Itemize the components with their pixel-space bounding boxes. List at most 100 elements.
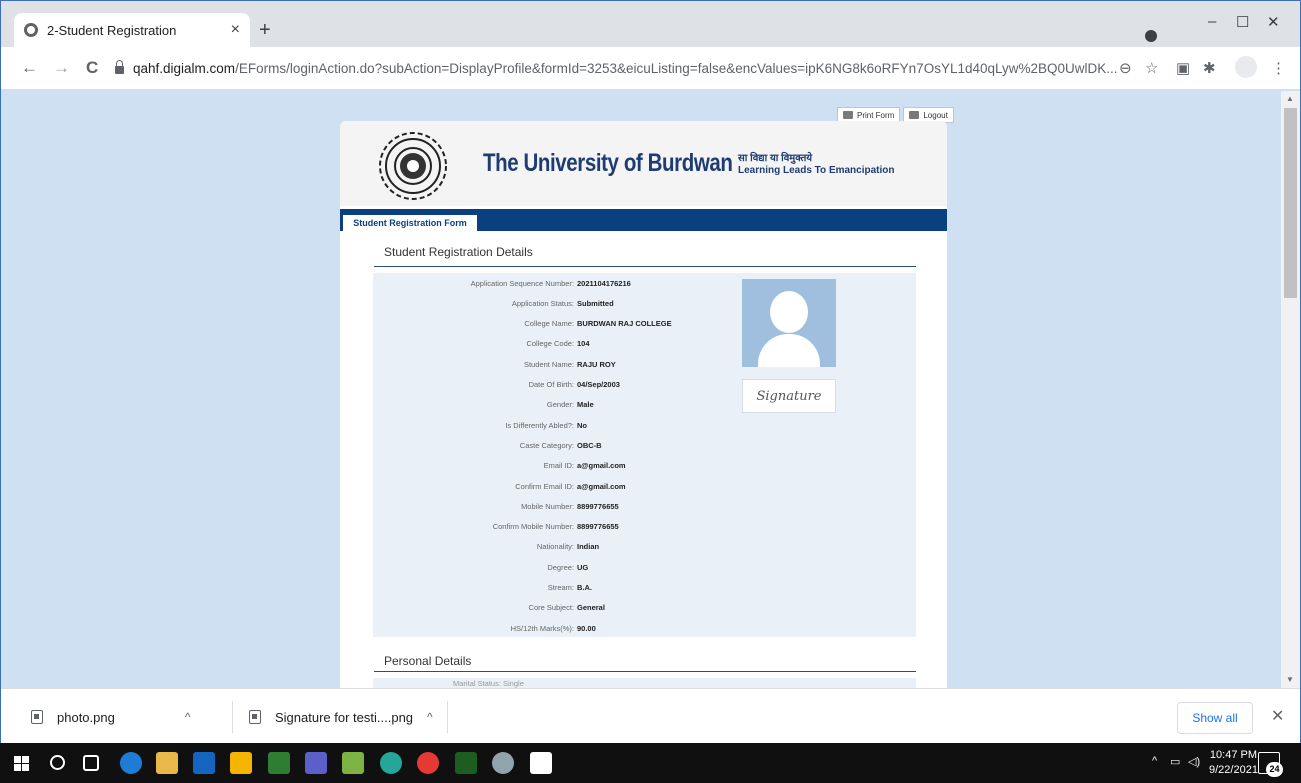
detail-value: Submitted [577, 298, 614, 308]
detail-row: College Name: BURDWAN RAJ COLLEGE [373, 314, 733, 334]
detail-value: 104 [577, 339, 590, 349]
university-motto: सा विद्या या विमुक्तये Learning Leads To… [738, 153, 895, 177]
tab-strip: 2-Student Registration × + – ☐ ✕ [1, 1, 1300, 47]
browser-icon[interactable] [380, 752, 402, 774]
menu-icon[interactable]: ⋮ [1271, 59, 1286, 77]
puzzle-icon[interactable]: ✱ [1203, 59, 1216, 77]
logout-label: Logout [923, 110, 948, 120]
minimize-button[interactable]: – [1208, 13, 1216, 30]
detail-label: Mobile Number: [521, 501, 574, 511]
detail-row: College Code: 104 [373, 334, 733, 354]
detail-row: Email ID: a@gmail.com [373, 456, 733, 476]
detail-row: Gender: Male [373, 395, 733, 415]
detail-label: Degree: [547, 562, 574, 572]
tab-favicon-icon [24, 23, 38, 37]
image-file-icon [249, 710, 261, 724]
address-bar[interactable]: qahf.digialm.com/EForms/loginAction.do?s… [115, 53, 1165, 83]
detail-row: Application Sequence Number: 202110417621… [373, 273, 733, 293]
clock-date: 9/22/2021 [1209, 764, 1258, 776]
university-logo-icon [379, 132, 447, 200]
outlook-icon[interactable] [193, 752, 215, 774]
scrollbar-thumb[interactable] [1284, 108, 1297, 298]
reload-button[interactable]: C [86, 58, 98, 78]
sticky-notes-icon[interactable] [230, 752, 252, 774]
detail-label: Student Name: [523, 359, 574, 369]
browser-tab[interactable]: 2-Student Registration × [14, 13, 250, 47]
chrome-icon[interactable] [417, 752, 439, 774]
volume-icon[interactable]: ◁) [1188, 755, 1200, 768]
lock-small-icon [909, 111, 920, 119]
student-signature: Signature [742, 379, 836, 413]
detail-row: Confirm Mobile Number: 8899776655 [373, 517, 733, 537]
detail-value: 2021104176216 [577, 278, 631, 288]
detail-label: College Code: [526, 339, 574, 349]
show-all-button[interactable]: Show all [1177, 702, 1253, 734]
close-window-button[interactable]: ✕ [1267, 13, 1280, 31]
search-icon[interactable] [50, 755, 65, 770]
detail-row: Stream: B.A. [373, 578, 733, 598]
file-explorer-icon[interactable] [156, 752, 178, 774]
form-nav-strip: Student Registration Form [340, 209, 947, 231]
page-scrollbar[interactable]: ▲ ▼ [1281, 91, 1300, 688]
chevron-up-icon[interactable]: ^ [427, 710, 433, 724]
zoom-icon[interactable]: ⊖ [1119, 59, 1132, 77]
university-name: The University of Burdwan [483, 149, 733, 177]
paint-icon[interactable] [492, 752, 514, 774]
tray-chevron-icon[interactable]: ^ [1152, 755, 1157, 767]
photos-icon[interactable] [530, 752, 552, 774]
detail-row: Caste Category: OBC-B [373, 435, 733, 455]
close-download-bar-icon[interactable]: ✕ [1271, 706, 1284, 726]
back-button[interactable]: ← [21, 58, 38, 78]
detail-label: Stream: [547, 583, 574, 592]
download-item-signature[interactable]: Signature for testi....png ^ [249, 689, 433, 745]
detail-row: Student Name: RAJU ROY [373, 354, 733, 374]
maximize-button[interactable]: ☐ [1236, 13, 1249, 31]
tab-close-icon[interactable]: × [231, 21, 240, 39]
detail-value: No [577, 420, 587, 430]
browser-toolbar: ← → C qahf.digialm.com/EForms/loginActio… [1, 47, 1300, 90]
detail-value: RAJU ROY [577, 359, 616, 369]
chevron-up-icon[interactable]: ^ [185, 710, 191, 724]
system-clock[interactable]: 10:47 PM 9/22/2021 [1209, 748, 1258, 778]
detail-label: Email ID: [543, 461, 574, 471]
lock-icon[interactable] [115, 60, 124, 74]
app-icon[interactable] [342, 752, 364, 774]
network-icon[interactable]: ▭ [1170, 755, 1180, 768]
excel-icon[interactable] [455, 752, 477, 774]
download-item-photo[interactable]: photo.png ^ [31, 689, 190, 745]
detail-label: Confirm Email ID: [515, 481, 574, 491]
student-photo [742, 279, 836, 367]
detail-row: Nationality: Indian [373, 537, 733, 557]
url-host: qahf.digialm.com [133, 60, 236, 76]
url-path: /EForms/loginAction.do?subAction=Display… [235, 60, 1118, 76]
detail-value: a@gmail.com [577, 461, 626, 471]
new-tab-button[interactable]: + [259, 19, 271, 42]
detail-value: General [577, 603, 605, 613]
task-view-icon[interactable] [83, 755, 99, 771]
edge-icon[interactable] [120, 752, 142, 774]
detail-value: Male [577, 400, 594, 410]
detail-label: Nationality: [536, 542, 574, 552]
windows-start-icon[interactable] [14, 756, 29, 771]
scroll-up-icon[interactable]: ▲ [1286, 94, 1294, 103]
detail-value: 8899776655 [577, 522, 619, 532]
detail-value: a@gmail.com [577, 481, 626, 491]
teams-icon[interactable] [305, 752, 327, 774]
personal-partial-row: Marital Status: Single [453, 679, 524, 688]
extension-icon[interactable]: ▣ [1176, 59, 1190, 77]
sheets-icon[interactable] [268, 752, 290, 774]
university-banner: The University of Burdwan सा विद्या या व… [340, 121, 947, 206]
detail-row: Confirm Email ID: a@gmail.com [373, 476, 733, 496]
profile-icon[interactable] [1235, 56, 1257, 78]
tab-student-registration-form[interactable]: Student Registration Form [343, 215, 477, 231]
detail-row: HS/12th Marks(%): 90.00 [373, 618, 733, 638]
detail-label: College Name: [524, 319, 574, 329]
motto-hindi: सा विद्या या विमुक्तये [738, 153, 813, 164]
detail-value: 8899776655 [577, 501, 619, 511]
forward-button[interactable]: → [53, 58, 70, 78]
scroll-down-icon[interactable]: ▼ [1286, 675, 1294, 684]
star-icon[interactable]: ☆ [1145, 59, 1158, 77]
chrome-profile-icon[interactable] [1145, 30, 1157, 42]
detail-value: 90.00 [577, 623, 596, 633]
image-file-icon [31, 710, 43, 724]
